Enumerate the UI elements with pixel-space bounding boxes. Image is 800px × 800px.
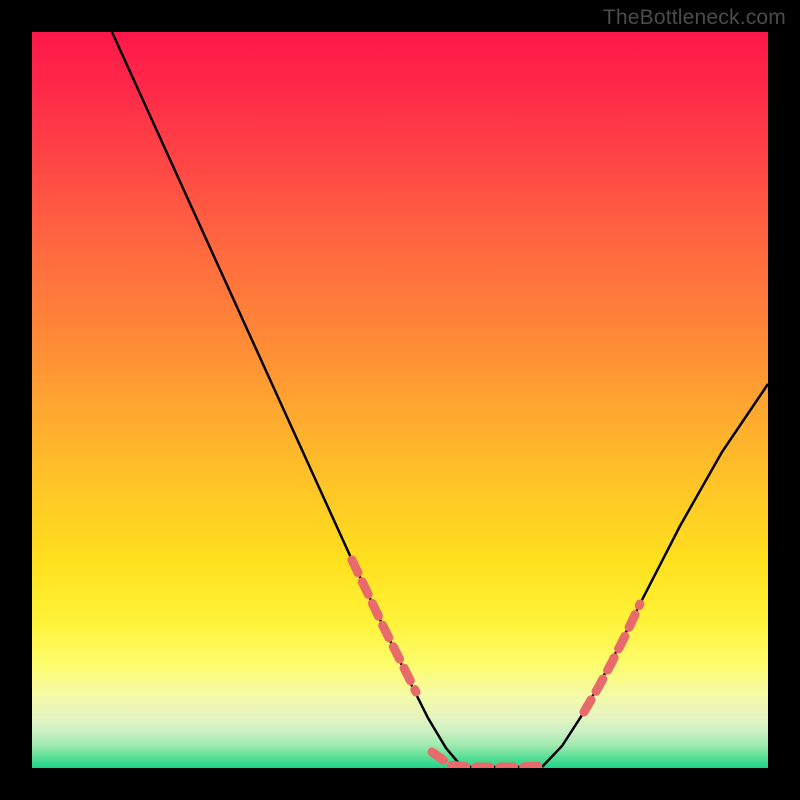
series-group [112, 32, 768, 767]
chart-frame: TheBottleneck.com [0, 0, 800, 800]
plot-area [32, 32, 768, 768]
series-right-branch [542, 384, 768, 767]
series-dotted-right-lower [584, 604, 640, 712]
series-left-branch [112, 32, 462, 767]
series-dotted-valley [432, 752, 540, 767]
chart-svg [32, 32, 768, 768]
watermark-text: TheBottleneck.com [603, 6, 786, 30]
series-dotted-left-lower [352, 560, 416, 692]
